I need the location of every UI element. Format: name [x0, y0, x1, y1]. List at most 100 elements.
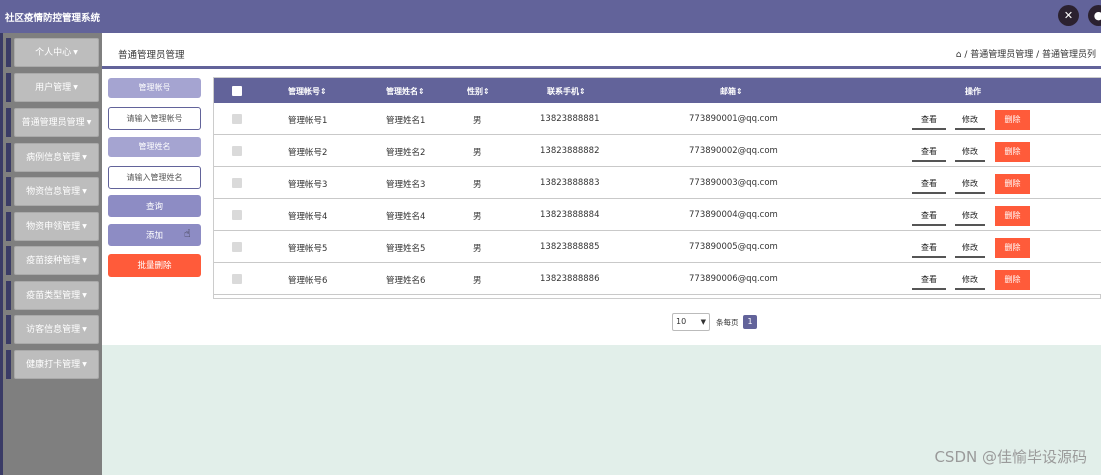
- view-button[interactable]: 查看: [912, 174, 946, 194]
- row-checkbox[interactable]: [232, 242, 242, 252]
- cell-account: 管理帐号2: [288, 148, 328, 158]
- cell-gender: 男: [473, 148, 482, 158]
- sidebar-item-visitors[interactable]: 访客信息管理 ▼: [14, 315, 99, 344]
- fullscreen-icon[interactable]: ✕: [1058, 5, 1079, 26]
- view-button[interactable]: 查看: [912, 142, 946, 162]
- account-search-input[interactable]: [108, 107, 201, 130]
- cell-phone: 13823888884: [540, 210, 600, 220]
- delete-button[interactable]: 删除: [995, 238, 1030, 258]
- user-icon[interactable]: ●: [1088, 5, 1101, 26]
- page-title: 普通管理员管理: [118, 50, 185, 61]
- row-checkbox[interactable]: [232, 274, 242, 284]
- cell-gender: 男: [473, 212, 482, 222]
- row-checkbox[interactable]: [232, 146, 242, 156]
- column-header-account[interactable]: 管理帐号⇕: [288, 86, 327, 97]
- table-row: 管理帐号1 管理姓名1 男 13823888881 773890001@qq.c…: [214, 103, 1101, 135]
- sidebar-item-label: 物资申领管理: [26, 222, 81, 232]
- cell-gender: 男: [473, 244, 482, 254]
- table-row: 管理帐号3 管理姓名3 男 13823888883 773890003@qq.c…: [214, 167, 1101, 199]
- edit-button[interactable]: 修改: [955, 142, 985, 162]
- row-checkbox[interactable]: [232, 114, 242, 124]
- delete-button[interactable]: 删除: [995, 270, 1030, 290]
- delete-button[interactable]: 删除: [995, 206, 1030, 226]
- delete-button[interactable]: 删除: [995, 142, 1030, 162]
- table-row: 管理帐号5 管理姓名5 男 13823888885 773890005@qq.c…: [214, 231, 1101, 263]
- cell-phone: 13823888883: [540, 178, 600, 188]
- view-button[interactable]: 查看: [912, 238, 946, 258]
- cell-phone: 13823888881: [540, 114, 600, 124]
- sidebar: 个人中心 ▼ 用户管理 ▼ 普通管理员管理 ▼ 病例信息管理 ▼ 物资信息管理 ▼ 物资申…: [0, 33, 102, 475]
- edit-button[interactable]: 修改: [955, 206, 985, 226]
- sidebar-item-label: 病例信息管理: [26, 153, 81, 163]
- row-checkbox[interactable]: [232, 210, 242, 220]
- page-size-select[interactable]: 10 ▼: [672, 313, 710, 331]
- edit-button[interactable]: 修改: [955, 270, 985, 290]
- admin-table: 管理帐号⇕ 管理姓名⇕ 性别⇕ 联系手机⇕ 邮箱⇕ 操作 管理帐号1 管理姓名1…: [213, 77, 1101, 299]
- sidebar-marker: [6, 143, 11, 172]
- sidebar-item-label: 疫苗接种管理: [26, 256, 81, 266]
- table-row: 管理帐号6 管理姓名6 男 13823888886 773890006@qq.c…: [214, 263, 1101, 295]
- cell-gender: 男: [473, 276, 482, 286]
- sidebar-item-supplies[interactable]: 物资信息管理 ▼: [14, 177, 99, 206]
- sidebar-item-label: 普通管理员管理: [21, 118, 85, 128]
- page-number-button[interactable]: 1: [743, 315, 757, 329]
- column-header-gender[interactable]: 性别⇕: [467, 86, 490, 97]
- sidebar-item-admins[interactable]: 普通管理员管理 ▼: [14, 108, 99, 137]
- sidebar-item-label: 健康打卡管理: [26, 360, 81, 370]
- cell-email: 773890004@qq.com: [689, 210, 778, 220]
- name-search-input[interactable]: [108, 166, 201, 189]
- cell-phone: 13823888882: [540, 146, 600, 156]
- sidebar-marker: [6, 350, 11, 379]
- view-button[interactable]: 查看: [912, 270, 946, 290]
- table-row: 管理帐号2 管理姓名2 男 13823888882 773890002@qq.c…: [214, 135, 1101, 167]
- edit-button[interactable]: 修改: [955, 174, 985, 194]
- row-checkbox[interactable]: [232, 178, 242, 188]
- cell-account: 管理帐号4: [288, 212, 328, 222]
- breadcrumb[interactable]: ⌂ / 普通管理员管理 / 普通管理员列: [956, 47, 1096, 60]
- cell-account: 管理帐号3: [288, 180, 328, 190]
- edit-button[interactable]: 修改: [955, 110, 985, 130]
- page-header: 普通管理员管理 ⌂ / 普通管理员管理 / 普通管理员列: [102, 33, 1101, 69]
- view-button[interactable]: 查看: [912, 110, 946, 130]
- cell-email: 773890003@qq.com: [689, 178, 778, 188]
- cell-name: 管理姓名5: [386, 244, 426, 254]
- delete-button[interactable]: 删除: [995, 174, 1030, 194]
- sidebar-item-users[interactable]: 用户管理 ▼: [14, 73, 99, 102]
- sidebar-item-health-checkin[interactable]: 健康打卡管理 ▼: [14, 350, 99, 379]
- sidebar-item-cases[interactable]: 病例信息管理 ▼: [14, 143, 99, 172]
- cell-name: 管理姓名4: [386, 212, 426, 222]
- sidebar-item-supply-requests[interactable]: 物资申领管理 ▼: [14, 212, 99, 241]
- delete-button[interactable]: 删除: [995, 110, 1030, 130]
- sidebar-marker: [6, 108, 11, 137]
- sidebar-marker: [6, 177, 11, 206]
- sidebar-item-personal-center[interactable]: 个人中心 ▼: [14, 38, 99, 67]
- chevron-down-icon: ▼: [73, 49, 78, 56]
- app-title: 社区疫情防控管理系统: [5, 13, 101, 24]
- view-button[interactable]: 查看: [912, 206, 946, 226]
- cell-name: 管理姓名6: [386, 276, 426, 286]
- sidebar-marker: [6, 212, 11, 241]
- column-header-phone[interactable]: 联系手机⇕: [547, 86, 586, 97]
- edit-button[interactable]: 修改: [955, 238, 985, 258]
- cell-account: 管理帐号6: [288, 276, 328, 286]
- column-header-email[interactable]: 邮箱⇕: [720, 86, 743, 97]
- cell-gender: 男: [473, 116, 482, 126]
- select-all-checkbox[interactable]: [232, 86, 242, 96]
- sidebar-item-vaccinations[interactable]: 疫苗接种管理 ▼: [14, 246, 99, 275]
- sidebar-item-vaccine-types[interactable]: 疫苗类型管理 ▼: [14, 281, 99, 310]
- sidebar-item-label: 用户管理: [35, 83, 72, 93]
- page-size-value: 10: [676, 317, 687, 326]
- sidebar-item-label: 个人中心: [35, 48, 72, 58]
- cell-email: 773890006@qq.com: [689, 274, 778, 284]
- chevron-down-icon: ▼: [82, 361, 87, 368]
- cell-account: 管理帐号1: [288, 116, 328, 126]
- hand-cursor-icon: ☝: [184, 227, 191, 240]
- sidebar-marker: [6, 281, 11, 310]
- batch-delete-button[interactable]: 批量删除: [108, 254, 201, 277]
- column-header-name[interactable]: 管理姓名⇕: [386, 86, 425, 97]
- chevron-down-icon: ▼: [82, 188, 87, 195]
- search-button[interactable]: 查询: [108, 195, 201, 217]
- cell-phone: 13823888886: [540, 274, 600, 284]
- cell-email: 773890002@qq.com: [689, 146, 778, 156]
- cell-email: 773890001@qq.com: [689, 114, 778, 124]
